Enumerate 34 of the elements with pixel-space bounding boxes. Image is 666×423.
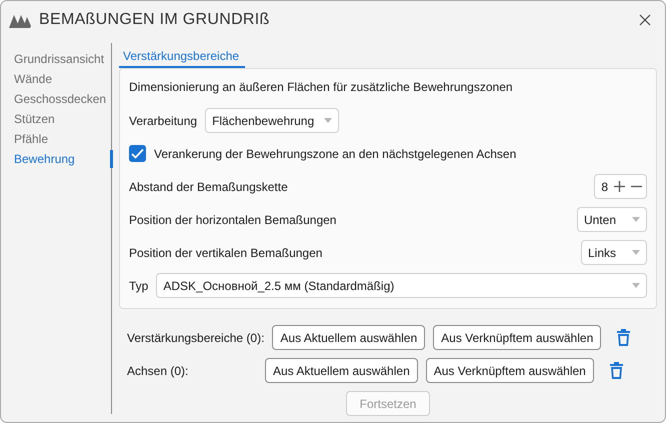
field-label: Position der vertikalen Bemaßungen [129, 244, 322, 262]
close-button[interactable] [639, 14, 651, 26]
dropdown[interactable]: ADSK_Основной_2.5 мм (Standardmäßig) [156, 273, 647, 298]
checkbox[interactable] [129, 145, 146, 162]
sidebar-item[interactable]: Pfähle [1, 129, 111, 149]
checkbox-label: Verankerung der Bewehrungszone an den nächstgelegenen Achsen [154, 146, 516, 162]
caret-icon [324, 118, 332, 123]
field-label: Verarbeitung [129, 112, 198, 130]
caret-icon [632, 283, 640, 288]
plus-icon[interactable] [614, 181, 625, 192]
dropdown[interactable]: Links [580, 240, 647, 265]
caret-icon [632, 217, 640, 222]
description-text: Dimensionierung an äußeren Flächen für zusätzliche Bewehrungszonen [129, 79, 514, 96]
dropdown[interactable]: Unten [576, 207, 647, 232]
sidebar-item[interactable]: Grundrissansicht [1, 49, 111, 69]
sidebar-item[interactable]: Wände [1, 69, 111, 89]
field-label: Achsen (0): [127, 362, 190, 380]
select-button[interactable]: Aus Verknüpftem auswählen [426, 358, 594, 383]
select-button[interactable]: Aus Verknüpftem auswählen [433, 325, 602, 350]
sidebar-item[interactable]: Stützen [1, 109, 111, 129]
field-label: Typ [129, 278, 148, 294]
delete-icon[interactable] [617, 329, 630, 346]
delete-icon[interactable] [610, 362, 623, 379]
sidebar-item[interactable]: Geschossdecken [1, 89, 111, 109]
caret-icon [632, 250, 640, 255]
field-label: Verstärkungsbereiche (0): [127, 330, 264, 346]
field-label: Abstand der Bemaßungskette [129, 178, 288, 196]
select-button[interactable]: Aus Aktuellem auswählen [265, 358, 418, 383]
field-label: Position der horizontalen Bemaßungen [129, 212, 336, 228]
sidebar-item[interactable]: Bewehrung [1, 149, 111, 169]
window-title: BEMAßUNGEN IM GRUNDRIß [39, 10, 270, 30]
number-stepper[interactable]: 8 [594, 174, 647, 199]
dropdown[interactable]: Flächenbewehrung [205, 108, 340, 133]
select-button[interactable]: Aus Aktuellem auswählen [272, 325, 426, 350]
